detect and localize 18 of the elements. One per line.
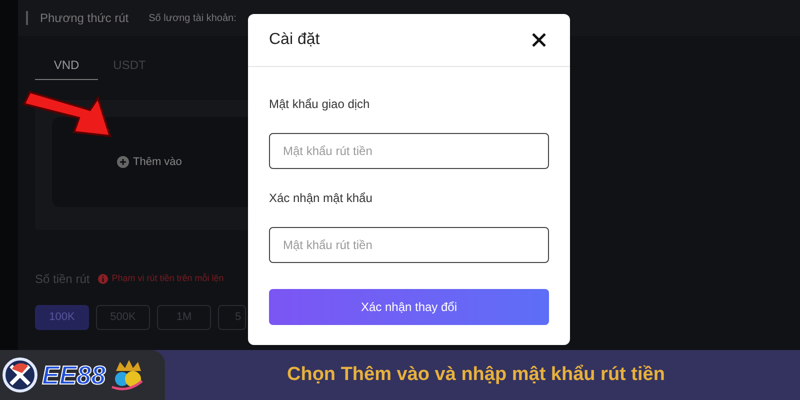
field-label: Mật khẩu giao dịch	[269, 96, 371, 113]
close-icon	[532, 33, 546, 47]
logo-emblem-icon	[2, 357, 38, 393]
dialog-title: Cài đặt	[269, 30, 320, 50]
amount-option[interactable]: 100K	[35, 305, 89, 330]
crown-balls-icon	[110, 359, 144, 391]
info-icon	[98, 274, 108, 284]
logo-wordmark: EE88	[42, 362, 106, 388]
currency-tab[interactable]: VND	[35, 50, 98, 80]
plus-circle-icon	[117, 156, 129, 168]
password-field[interactable]: Mật khẩu rút tiền	[269, 133, 549, 169]
password-field[interactable]: Mật khẩu rút tiền	[269, 227, 549, 263]
banner-caption: Chọn Thêm vào và nhập mật khẩu rút tiền	[287, 362, 665, 387]
account-count-label: Số lương tài khoản:	[148, 12, 236, 26]
amount-range-notice: Phạm vi rút tiền trên mỗi lện	[112, 272, 224, 286]
confirm-change-button[interactable]: Xác nhận thay đổi	[269, 289, 549, 325]
field-label: Xác nhận mật khẩu	[269, 190, 374, 207]
section-title: Phương thức rút	[40, 10, 129, 27]
